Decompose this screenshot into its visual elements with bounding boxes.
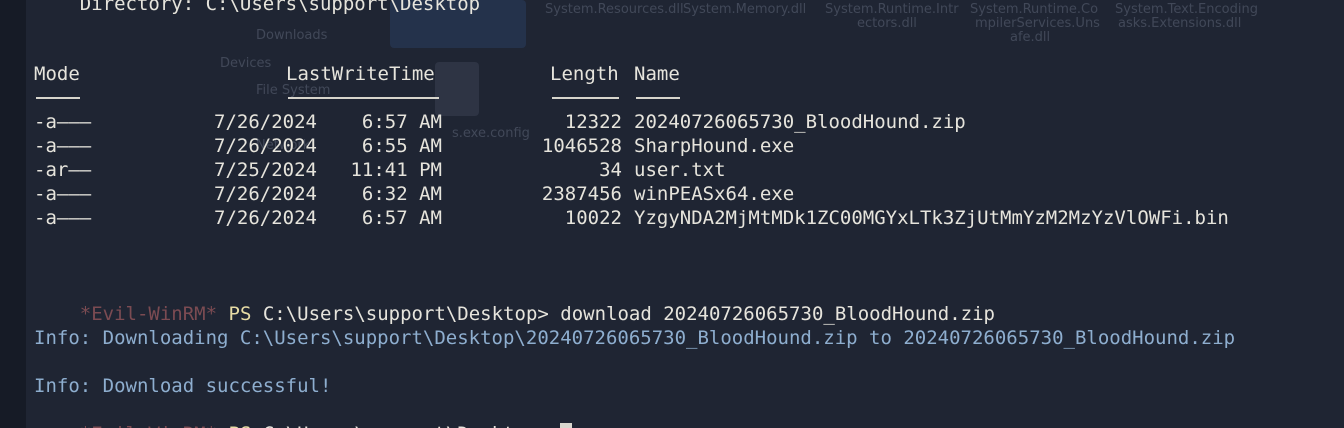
ghost-item: mpilerServices.Uns: [975, 16, 1100, 31]
active-prompt[interactable]: *Evil-WinRM* PS C:\Users\support\Desktop…: [34, 398, 573, 428]
header-name: Name: [634, 63, 680, 85]
row-mode: -a———: [34, 183, 92, 205]
row-name[interactable]: user.txt: [634, 158, 726, 182]
row-time: 6:55 AM: [361, 135, 442, 157]
table-row: -a——— 7/26/2024 6:57 AM 12322 2024072606…: [34, 110, 1334, 134]
row-date: 7/25/2024: [214, 159, 317, 181]
terminal-window[interactable]: Downloads Devices File System Network s.…: [0, 0, 1344, 428]
text-cursor[interactable]: [560, 423, 573, 428]
row-mode: -a———: [34, 111, 92, 133]
window-left-edge: [0, 0, 26, 428]
row-length: 34: [599, 159, 622, 181]
evil-winrm-label: *Evil-WinRM*: [80, 423, 217, 428]
table-row: -a——— 7/26/2024 6:57 AM 10022 YzgyNDA2Mj…: [34, 206, 1334, 230]
prompt-path: C:\Users\support\Desktop>: [262, 303, 549, 325]
header-name-underline: [636, 97, 680, 99]
ghost-item: System.Runtime.Co: [970, 2, 1099, 17]
row-length: 12322: [564, 111, 622, 133]
table-row: -ar—— 7/25/2024 11:41 PM 34 user.txt: [34, 158, 1334, 182]
listing-header-row: Mode LastWriteTime Length Name: [34, 62, 1334, 86]
directory-header: Directory: C:\Users\support\Desktop: [34, 0, 481, 15]
ghost-item: asks.Extensions.dll: [1118, 16, 1242, 31]
row-name[interactable]: winPEASx64.exe: [634, 182, 794, 206]
row-mode: -a———: [34, 135, 92, 157]
ps-label: PS: [229, 423, 252, 428]
header-mode-underline: [36, 97, 80, 99]
ghost-item: System.Text.Encoding: [1115, 2, 1258, 17]
row-mode: -ar——: [34, 159, 92, 181]
row-name[interactable]: YzgyNDA2MjMtMDk1ZC00MGYxLTk3ZjUtMmYzM2Mz…: [634, 206, 1229, 230]
row-time: 6:57 AM: [361, 207, 442, 229]
row-date: 7/26/2024: [214, 207, 317, 229]
command-text: download 20240726065730_BloodHound.zip: [560, 303, 995, 325]
row-mode: -a———: [34, 207, 92, 229]
header-length: Length: [550, 63, 619, 85]
row-date: 7/26/2024: [214, 135, 317, 157]
header-mode: Mode: [34, 63, 80, 85]
row-date: 7/26/2024: [214, 111, 317, 133]
prompt-path: C:\Users\support\Desktop>: [263, 423, 549, 428]
row-time: 6:32 AM: [361, 183, 442, 205]
table-row: -a——— 7/26/2024 6:55 AM 1046528 SharpHou…: [34, 134, 1334, 158]
command-line: *Evil-WinRM* PS C:\Users\support\Desktop…: [34, 278, 995, 325]
table-row: -a——— 7/26/2024 6:32 AM 2387456 winPEASx…: [34, 182, 1334, 206]
ghost-item: System.Resources.dll: [545, 2, 684, 17]
row-name[interactable]: SharpHound.exe: [634, 134, 794, 158]
row-length: 10022: [564, 207, 622, 229]
ps-label: PS: [228, 303, 252, 325]
header-last-write-time: LastWriteTime: [286, 63, 435, 85]
row-name[interactable]: 20240726065730_BloodHound.zip: [634, 110, 966, 134]
row-time: 6:57 AM: [361, 111, 442, 133]
header-length-underline: [552, 97, 619, 99]
row-length: 2387456: [541, 183, 622, 205]
ghost-item: afe.dll: [1010, 30, 1051, 45]
header-time-underline: [288, 97, 439, 99]
ghost-item: ectors.dll: [857, 16, 917, 31]
row-time: 11:41 PM: [350, 159, 442, 181]
row-length: 1046528: [541, 135, 622, 157]
evil-winrm-label: *Evil-WinRM*: [79, 303, 218, 325]
info-success: Info: Download successful!: [34, 375, 332, 397]
ghost-item: System.Memory.dll: [683, 2, 807, 17]
ghost-item: System.Runtime.Intr: [825, 2, 959, 17]
row-date: 7/26/2024: [214, 183, 317, 205]
info-downloading: Info: Downloading C:\Users\support\Deskt…: [34, 327, 1236, 349]
ghost-item: Downloads: [256, 28, 328, 43]
